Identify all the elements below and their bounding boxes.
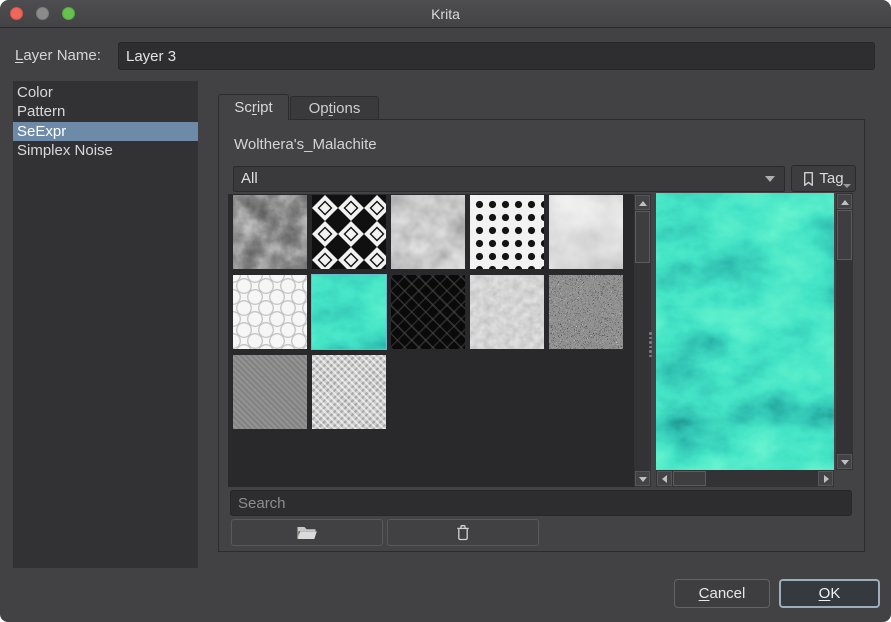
minimize-button[interactable]	[36, 7, 49, 20]
pattern-grid-viewport	[228, 194, 651, 487]
search-input[interactable]	[230, 490, 852, 516]
scroll-down-button[interactable]	[837, 454, 852, 469]
scroll-right-button[interactable]	[818, 471, 833, 486]
scrollbar-thumb[interactable]	[673, 471, 706, 486]
import-resource-button[interactable]	[231, 519, 383, 546]
pattern-thumbnail-concrete-gray[interactable]	[470, 275, 544, 349]
generator-item-simplex-noise[interactable]: Simplex Noise	[13, 141, 198, 160]
pattern-thumbnail-truchet-white[interactable]	[233, 275, 307, 349]
pattern-thumbnail-marble-dark[interactable]	[233, 195, 307, 269]
pattern-thumbnail-dots-bw[interactable]	[470, 195, 544, 269]
tag-button[interactable]: Tag	[791, 165, 856, 192]
preview-vertical-scrollbar[interactable]	[836, 193, 853, 470]
delete-resource-button[interactable]	[387, 519, 539, 546]
generator-item-seexpr[interactable]: SeExpr	[13, 122, 198, 141]
pattern-thumbnail-hatch-light[interactable]	[312, 355, 386, 429]
generator-list: ColorPatternSeExprSimplex Noise	[13, 81, 198, 568]
layer-name-input[interactable]	[118, 42, 875, 70]
scroll-up-button[interactable]	[837, 194, 852, 209]
splitter-handle[interactable]	[649, 332, 652, 357]
tab-script[interactable]: Script	[218, 94, 289, 120]
scroll-down-button[interactable]	[635, 471, 650, 486]
cancel-button[interactable]: Cancel	[674, 579, 770, 608]
zoom-button[interactable]	[62, 7, 75, 20]
folder-icon	[296, 525, 318, 541]
scroll-left-button[interactable]	[657, 471, 672, 486]
scroll-up-button[interactable]	[635, 195, 650, 210]
pattern-thumbnail-maze-dark[interactable]	[391, 275, 465, 349]
tag-button-label: Tag	[819, 170, 843, 187]
pattern-thumbnail-weave-gray[interactable]	[233, 355, 307, 429]
window-title: Krita	[0, 0, 891, 28]
titlebar[interactable]: Krita	[0, 0, 891, 28]
trash-icon	[455, 524, 471, 541]
chevron-down-icon	[843, 184, 851, 188]
tag-filter-combobox[interactable]: All	[233, 166, 785, 192]
pattern-thumbnail-malachite[interactable]	[312, 275, 386, 349]
malachite-preview-image	[656, 193, 834, 470]
script-tab-panel: Wolthera's_Malachite All Tag	[218, 119, 865, 552]
tag-filter-value: All	[241, 170, 258, 187]
preview-horizontal-scrollbar[interactable]	[656, 470, 834, 487]
generator-item-color[interactable]: Color	[13, 83, 198, 102]
scrollbar-thumb[interactable]	[635, 211, 650, 263]
scrollbar-thumb[interactable]	[837, 210, 852, 260]
pattern-thumbnail-speckle-dark[interactable]	[549, 275, 623, 349]
pattern-thumbnail-triangles-bw[interactable]	[312, 195, 386, 269]
generator-item-pattern[interactable]: Pattern	[13, 102, 198, 121]
bookmark-icon	[803, 171, 814, 187]
tab-options[interactable]: Options	[290, 96, 379, 120]
krita-fill-layer-dialog: Krita Layer Name: ColorPatternSeExprSimp…	[0, 0, 891, 622]
layer-name-label: Layer Name:	[15, 47, 101, 64]
pattern-preview	[656, 193, 853, 487]
chevron-down-icon	[765, 176, 775, 182]
selected-pattern-name: Wolthera's_Malachite	[234, 136, 377, 153]
pattern-thumbnail-mottle-gray[interactable]	[391, 195, 465, 269]
ok-button[interactable]: OK	[779, 579, 880, 608]
close-button[interactable]	[10, 7, 23, 20]
pattern-thumbnail-clouds-gray[interactable]	[549, 195, 623, 269]
